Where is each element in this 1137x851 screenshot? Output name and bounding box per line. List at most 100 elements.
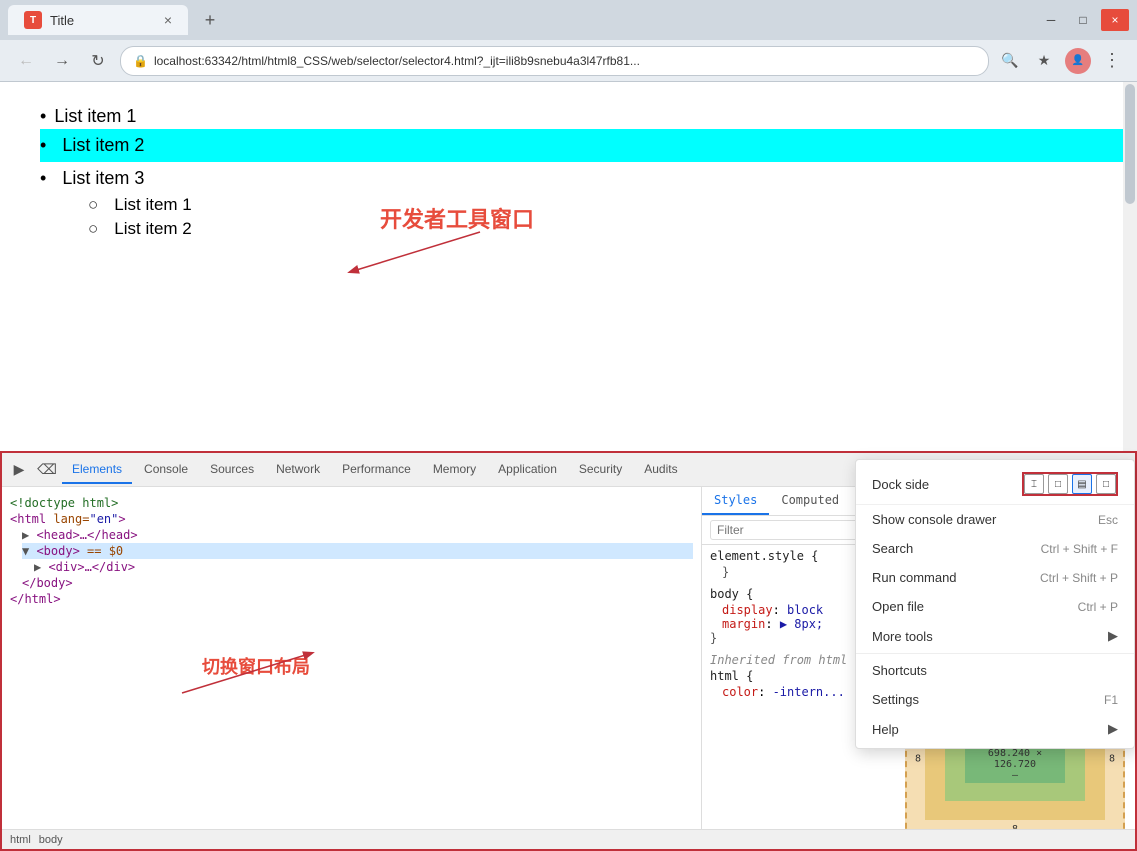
- list-item-3-text: List item 3: [62, 168, 144, 189]
- tab-elements[interactable]: Elements: [62, 456, 132, 484]
- sub-list-item-1-text: List item 1: [114, 195, 191, 215]
- undock-icon[interactable]: □: [1096, 474, 1116, 494]
- menu-item-run-command[interactable]: Run command Ctrl + Shift + P: [856, 563, 1134, 592]
- tab-title: Title: [50, 13, 74, 28]
- title-bar: T Title × + ─ □ ×: [0, 0, 1137, 40]
- sub-bullet-2: ○: [88, 219, 98, 239]
- tab-sources[interactable]: Sources: [200, 456, 264, 484]
- sub-list-item-2-text: List item 2: [114, 219, 191, 239]
- profile-button[interactable]: 👤: [1065, 48, 1091, 74]
- menu-item-settings-label: Settings: [872, 692, 919, 707]
- list-item: • List item 1: [40, 102, 1097, 131]
- menu-item-shortcuts[interactable]: Shortcuts: [856, 656, 1134, 685]
- menu-item-open-file-shortcut: Ctrl + P: [1078, 600, 1118, 614]
- devtools-panel: ▶ ⌫ Elements Console Sources Network Per…: [0, 451, 1137, 851]
- tab-console[interactable]: Console: [134, 456, 198, 484]
- expand-body-arrow[interactable]: ▼: [22, 544, 36, 558]
- menu-item-run-command-shortcut: Ctrl + Shift + P: [1040, 571, 1118, 585]
- tab-application[interactable]: Application: [488, 456, 567, 484]
- dock-side-icons: ⌶ □ ▤ □: [1022, 472, 1118, 496]
- margin-val: ▶ 8px;: [780, 617, 823, 631]
- menu-item-settings[interactable]: Settings F1: [856, 685, 1134, 714]
- context-menu-dock-header: Dock side ⌶ □ ▤ □: [856, 464, 1134, 505]
- status-html[interactable]: html: [10, 834, 31, 846]
- menu-item-help[interactable]: Help ▶: [856, 714, 1134, 744]
- menu-divider: [856, 653, 1134, 654]
- more-tools-arrow-icon: ▶: [1108, 628, 1118, 644]
- dom-line-div[interactable]: ▶ <div>…</div>: [34, 559, 693, 575]
- secure-icon: 🔒: [133, 54, 148, 68]
- url-bar[interactable]: 🔒 localhost:63342/html/html8_CSS/web/sel…: [120, 46, 989, 76]
- scrollbar-thumb[interactable]: [1125, 84, 1135, 204]
- display-prop: display: [722, 603, 773, 617]
- list-item-2-text: List item 2: [54, 135, 144, 156]
- tab-memory[interactable]: Memory: [423, 456, 486, 484]
- dom-line-head[interactable]: ▶ <head>…</head>: [22, 527, 693, 543]
- menu-item-search[interactable]: Search Ctrl + Shift + F: [856, 534, 1134, 563]
- menu-item-search-shortcut: Ctrl + Shift + F: [1041, 542, 1118, 556]
- new-tab-button[interactable]: +: [196, 6, 224, 34]
- collapse-head-arrow[interactable]: ▶: [22, 528, 36, 542]
- page-area: • List item 1 • List item 2 • List item …: [0, 82, 1137, 451]
- sub-bullet-1: ○: [88, 195, 98, 215]
- menu-item-run-command-label: Run command: [872, 570, 957, 585]
- help-arrow-icon: ▶: [1108, 721, 1118, 737]
- device-toolbar-button[interactable]: ⌫: [34, 457, 60, 483]
- browser-menu-button[interactable]: ⋮: [1099, 46, 1125, 75]
- margin-prop: margin: [722, 617, 765, 631]
- menu-item-show-console-label: Show console drawer: [872, 512, 996, 527]
- tab-security[interactable]: Security: [569, 456, 632, 484]
- select-element-button[interactable]: ▶: [6, 457, 32, 483]
- tab-audits[interactable]: Audits: [634, 456, 687, 484]
- dock-left-icon[interactable]: ⌶: [1024, 474, 1044, 494]
- bullet-icon: •: [40, 106, 46, 127]
- menu-item-open-file[interactable]: Open file Ctrl + P: [856, 592, 1134, 621]
- dom-panel: <!doctype html> <html lang="en"> ▶ <head…: [2, 487, 702, 849]
- page-content: • List item 1 • List item 2 • List item …: [0, 82, 1137, 451]
- url-text: localhost:63342/html/html8_CSS/web/selec…: [154, 54, 976, 68]
- browser-tab[interactable]: T Title ×: [8, 5, 188, 35]
- dom-tag-html: <html: [10, 512, 53, 526]
- dom-line-doctype: <!doctype html>: [10, 495, 693, 511]
- color-prop: color: [722, 685, 758, 699]
- maximize-button[interactable]: □: [1069, 9, 1097, 31]
- menu-item-open-file-label: Open file: [872, 599, 924, 614]
- dom-line-html[interactable]: <html lang="en">: [10, 511, 693, 527]
- status-body[interactable]: body: [39, 834, 63, 846]
- list-item-3-row: • List item 3: [40, 164, 1097, 193]
- menu-item-show-console[interactable]: Show console drawer Esc: [856, 505, 1134, 534]
- bookmark-button[interactable]: ★: [1031, 48, 1057, 74]
- minimize-button[interactable]: ─: [1037, 9, 1065, 31]
- close-button[interactable]: ×: [1101, 9, 1129, 31]
- page-scrollbar[interactable]: [1123, 82, 1137, 451]
- search-button[interactable]: 🔍: [997, 48, 1023, 74]
- menu-item-more-tools[interactable]: More tools ▶: [856, 621, 1134, 651]
- menu-item-show-console-shortcut: Esc: [1098, 513, 1118, 527]
- tab-favicon: T: [24, 11, 42, 29]
- dock-bottom-icon[interactable]: □: [1048, 474, 1068, 494]
- dom-line-html-close: </html>: [10, 591, 693, 607]
- dom-line-body[interactable]: ▼ <body> == $0: [22, 543, 693, 559]
- display-val: block: [787, 603, 823, 617]
- tab-performance[interactable]: Performance: [332, 456, 421, 484]
- forward-button[interactable]: →: [48, 47, 76, 75]
- sub-list-item-2: ○ List item 2: [88, 217, 1097, 241]
- tab-close-button[interactable]: ×: [164, 12, 172, 28]
- browser-window: T Title × + ─ □ × ← → ↻ 🔒 localhost:6334…: [0, 0, 1137, 851]
- styles-tab-computed[interactable]: Computed: [769, 487, 851, 515]
- reload-button[interactable]: ↻: [84, 47, 112, 75]
- styles-tab-styles[interactable]: Styles: [702, 487, 769, 515]
- back-button[interactable]: ←: [12, 47, 40, 75]
- address-bar: ← → ↻ 🔒 localhost:63342/html/html8_CSS/w…: [0, 40, 1137, 82]
- dock-side-label: Dock side: [872, 477, 929, 492]
- color-val: -intern...: [773, 685, 845, 699]
- tab-network[interactable]: Network: [266, 456, 330, 484]
- list-item-1-text: List item 1: [54, 106, 136, 127]
- menu-item-settings-shortcut: F1: [1104, 693, 1118, 707]
- bullet-icon-3: •: [40, 168, 46, 189]
- menu-item-more-tools-label: More tools: [872, 629, 933, 644]
- window-controls: ─ □ ×: [1037, 9, 1129, 31]
- devtools-annotation-label: 开发者工具窗口: [380, 202, 534, 234]
- dock-right-icon[interactable]: ▤: [1072, 474, 1092, 494]
- status-bar: html body: [2, 829, 1135, 849]
